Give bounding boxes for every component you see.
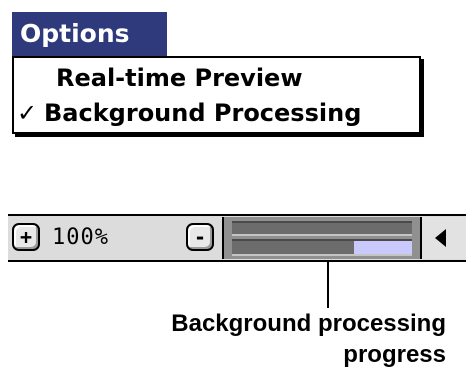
- menu-item-background-processing[interactable]: ✓ Background Processing: [14, 95, 419, 131]
- options-menu-panel: Real-time Preview ✓ Background Processin…: [12, 56, 421, 134]
- background-progress-bar: [232, 239, 412, 256]
- scroll-left-button[interactable]: [420, 217, 466, 259]
- progress-bar-fill: [354, 241, 412, 254]
- checkmark-icon: ✓: [16, 99, 38, 127]
- callout-line-2: progress: [343, 341, 446, 368]
- callout-line-1: Background processing: [171, 310, 446, 337]
- menu-item-label: Background Processing: [44, 99, 362, 127]
- progress-meter: [222, 217, 420, 259]
- zoom-out-button[interactable]: -: [186, 223, 214, 251]
- zoom-level-readout: 100%: [52, 225, 109, 250]
- menu-item-real-time-preview[interactable]: Real-time Preview: [14, 60, 419, 96]
- meter-track-top: [232, 221, 412, 236]
- menu-title-options[interactable]: Options: [12, 12, 167, 56]
- callout-leader-line: [327, 262, 329, 308]
- left-arrow-icon: [435, 229, 446, 247]
- zoom-in-button[interactable]: +: [12, 223, 40, 251]
- menu-item-label: Real-time Preview: [56, 64, 303, 92]
- zoom-toolbar: + 100% -: [8, 214, 466, 262]
- callout-label: Background processing progress: [86, 308, 446, 370]
